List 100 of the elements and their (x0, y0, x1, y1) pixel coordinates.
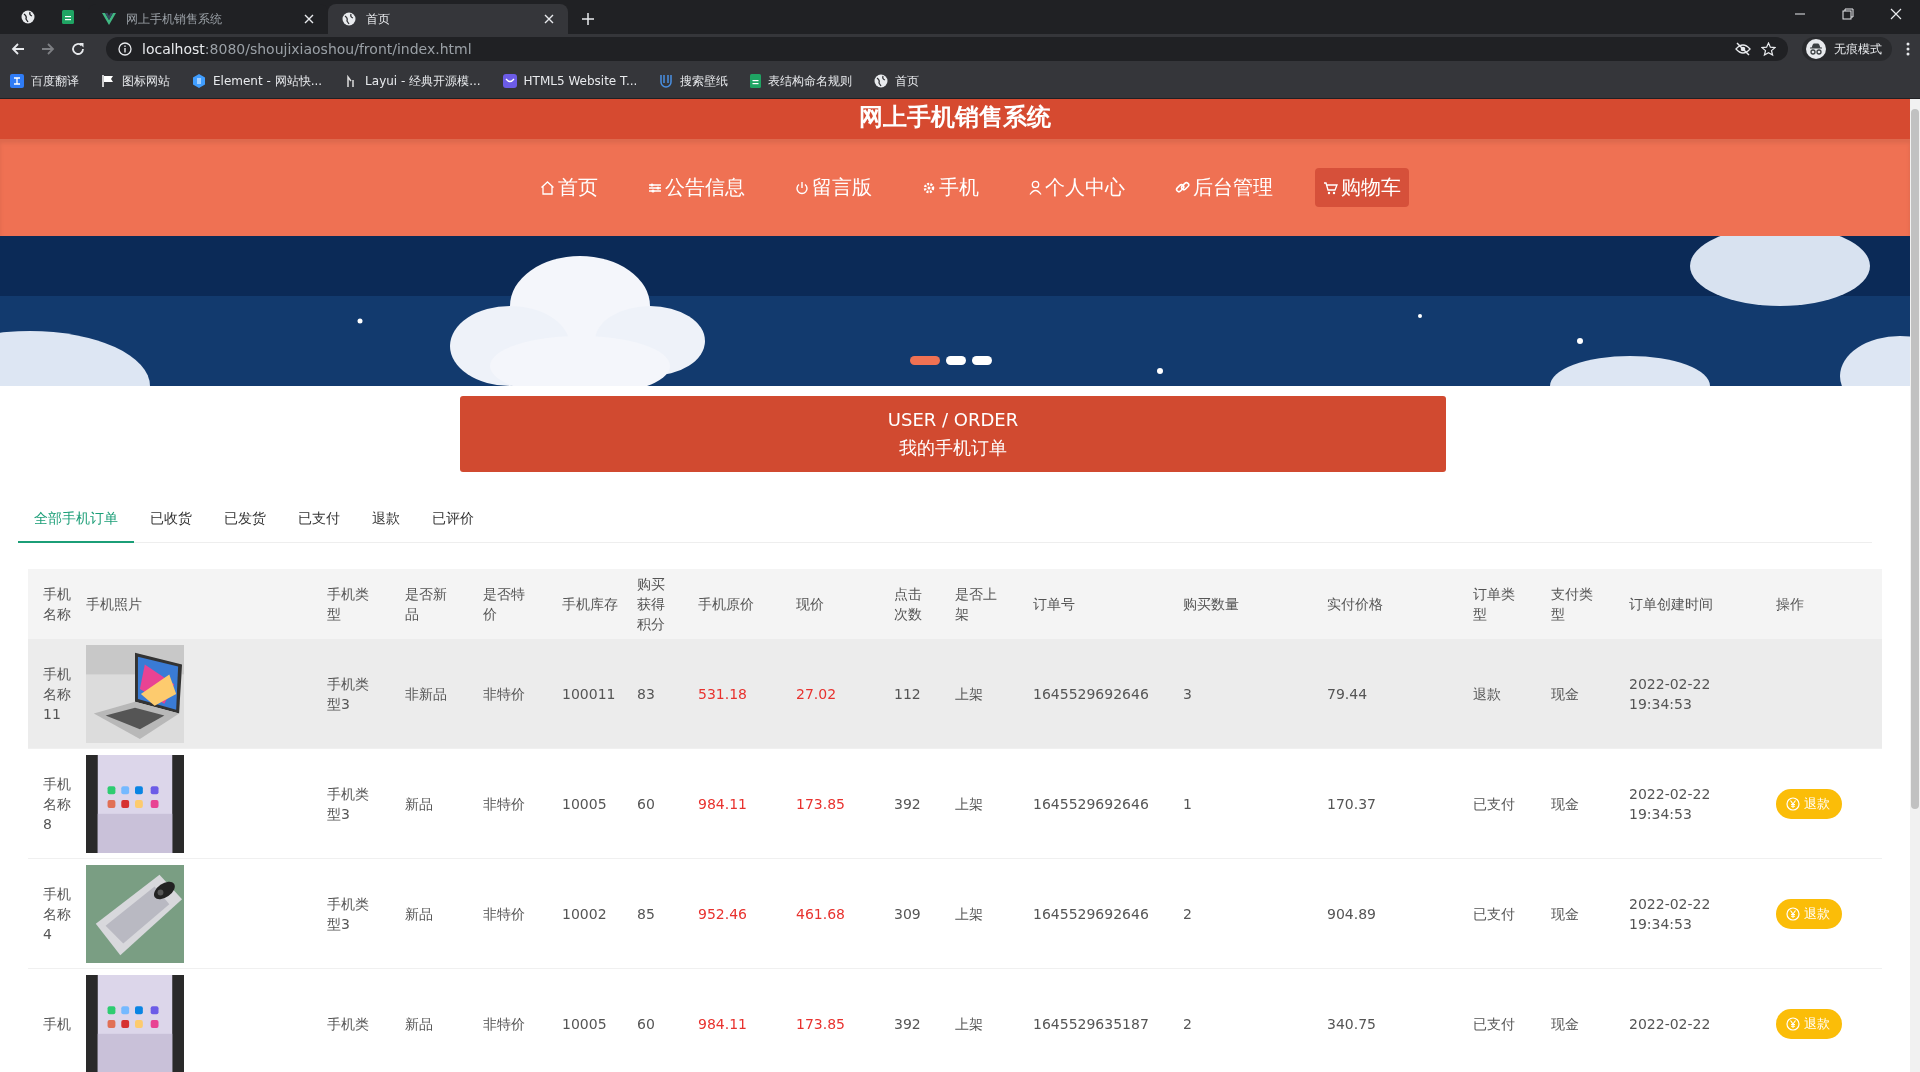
order-tab[interactable]: 已发货 (208, 500, 282, 542)
table-cell-text: 手机类型3 (327, 784, 370, 824)
table-cell-text: 79.44 (1327, 684, 1368, 704)
globe-icon (874, 74, 889, 88)
table-cell-text: 非特价 (483, 684, 525, 704)
info-icon (118, 42, 132, 56)
globe-icon (342, 12, 356, 26)
tab-title: 网上手机销售系统 (126, 10, 223, 28)
bookmark[interactable]: 百度翻译 (10, 72, 79, 90)
table-cell-text: 1645529692646 (1033, 684, 1149, 704)
table-cell-text: 现金 (1551, 794, 1579, 814)
back-icon[interactable] (10, 41, 26, 57)
bookmark[interactable]: Layui - 经典开源模... (344, 72, 481, 90)
table-cell-text: 904.89 (1327, 904, 1376, 924)
forward-icon[interactable] (40, 41, 56, 57)
address-bar[interactable]: localhost:8080/shoujixiaoshou/front/index.html (106, 37, 1788, 61)
table-cell-text: 2022-02-22 19:34:53 (1629, 784, 1712, 824)
carousel-indicator[interactable] (972, 356, 992, 365)
table-cell-text: 手机 (43, 1014, 71, 1034)
table-cell-text: 1645529635187 (1033, 1014, 1149, 1034)
star-icon[interactable] (1761, 41, 1776, 57)
table-cell-text: 新品 (405, 1014, 433, 1034)
section-title: USER / ORDER (887, 408, 1019, 432)
close-icon[interactable] (544, 14, 554, 24)
table-cell-text: 984.11 (698, 794, 747, 814)
table-cell-text: 现金 (1551, 1014, 1579, 1034)
incognito-button[interactable]: 无痕模式 (1802, 37, 1892, 61)
table-cell-text: 2 (1183, 904, 1192, 924)
table-cell-text: 952.46 (698, 904, 747, 924)
table-cell-text: 112 (894, 684, 921, 704)
yen-icon (1786, 1016, 1800, 1031)
close-icon[interactable] (304, 14, 314, 24)
table-cell-text: 461.68 (796, 904, 845, 924)
table-cell-text: 2022-02-22 19:34:53 (1629, 674, 1712, 714)
site-title: 网上手机销售系统 (0, 99, 1910, 139)
order-tab[interactable]: 已收货 (134, 500, 208, 542)
table-cell-text: 1 (1183, 794, 1192, 814)
table-cell-text: 173.85 (796, 794, 845, 814)
table-cell-text: 170.37 (1327, 794, 1376, 814)
plus-icon[interactable] (582, 13, 594, 25)
table-cell-text: 上架 (955, 1014, 983, 1034)
table-cell-text: 上架 (955, 794, 983, 814)
column-header: 手机名称 (43, 585, 72, 624)
table-cell-text: 531.18 (698, 684, 747, 704)
table-cell-text: 340.75 (1327, 1014, 1376, 1034)
restore-icon[interactable] (1842, 8, 1854, 20)
bookmark[interactable]: 首页 (874, 72, 920, 90)
table-cell-text: 手机类 (327, 1014, 369, 1034)
scrollbar-thumb[interactable] (1911, 109, 1919, 809)
u-shape-icon (659, 74, 674, 88)
order-tab[interactable]: 退款 (356, 500, 416, 542)
bookmark[interactable]: Element - 网站快... (192, 72, 323, 90)
column-header: 操作 (1776, 595, 1804, 614)
carousel-indicator[interactable] (946, 356, 966, 365)
gear-icon (921, 180, 936, 195)
translate-icon (10, 74, 24, 88)
browser-tab[interactable]: 首页 (328, 4, 568, 34)
close-icon[interactable] (1890, 8, 1902, 20)
table-cell-text: 1645529692646 (1033, 794, 1149, 814)
bookmark[interactable]: 表结构命名规则 (750, 72, 853, 90)
table-cell-text: 984.11 (698, 1014, 747, 1034)
table-cell-text: 3 (1183, 684, 1192, 704)
bookmark[interactable]: 图标网站 (101, 72, 170, 90)
bookmark[interactable]: 搜索壁纸 (659, 72, 729, 90)
column-header: 是否新品 (405, 585, 448, 624)
table-cell-text: 10005 (562, 794, 607, 814)
table-cell-text: 2 (1183, 1014, 1192, 1034)
column-header: 手机照片 (86, 595, 142, 614)
reload-icon[interactable] (70, 41, 86, 57)
user-icon (1028, 180, 1042, 195)
section-subtitle: 我的手机订单 (899, 436, 1007, 460)
table-cell-text: 10002 (562, 904, 607, 924)
table-cell-text: 85 (637, 904, 655, 924)
table-cell-text: 新品 (405, 904, 433, 924)
flag-icon (101, 74, 115, 88)
url-text: localhost:8080/shoujixiaoshou/front/index.html (142, 41, 472, 57)
table-cell-text: 上架 (955, 684, 983, 704)
table-cell-text: 2022-02-22 (1629, 1014, 1711, 1034)
nav-link[interactable]: 购物车 (1314, 168, 1409, 207)
table-cell-text: 手机类型3 (327, 894, 370, 934)
table-cell-text: 60 (637, 1014, 655, 1034)
table-cell-text: 现金 (1551, 904, 1579, 924)
column-header: 现价 (796, 595, 824, 614)
column-header: 手机库存 (562, 595, 618, 614)
hexagon-icon (192, 74, 206, 88)
order-tab[interactable]: 已支付 (282, 500, 356, 542)
order-tab[interactable]: 已评价 (416, 500, 490, 542)
column-header: 手机原价 (698, 595, 754, 614)
bookmark[interactable]: HTML5 Website T... (502, 74, 638, 88)
column-header: 购买数量 (1183, 595, 1239, 614)
column-header: 购买获得积分 (637, 575, 666, 634)
column-header: 订单创建时间 (1629, 595, 1713, 614)
table-cell-text: 非特价 (483, 904, 525, 924)
more-icon[interactable] (1906, 42, 1910, 56)
eye-slash-icon[interactable] (1735, 42, 1751, 56)
table-cell-text: 309 (894, 904, 921, 924)
table-cell-text: 27.02 (796, 684, 837, 704)
table-cell-text: 手机名称11 (43, 664, 72, 724)
table-cell-text: 10005 (562, 1014, 607, 1034)
order-tab[interactable]: 全部手机订单 (18, 500, 134, 543)
